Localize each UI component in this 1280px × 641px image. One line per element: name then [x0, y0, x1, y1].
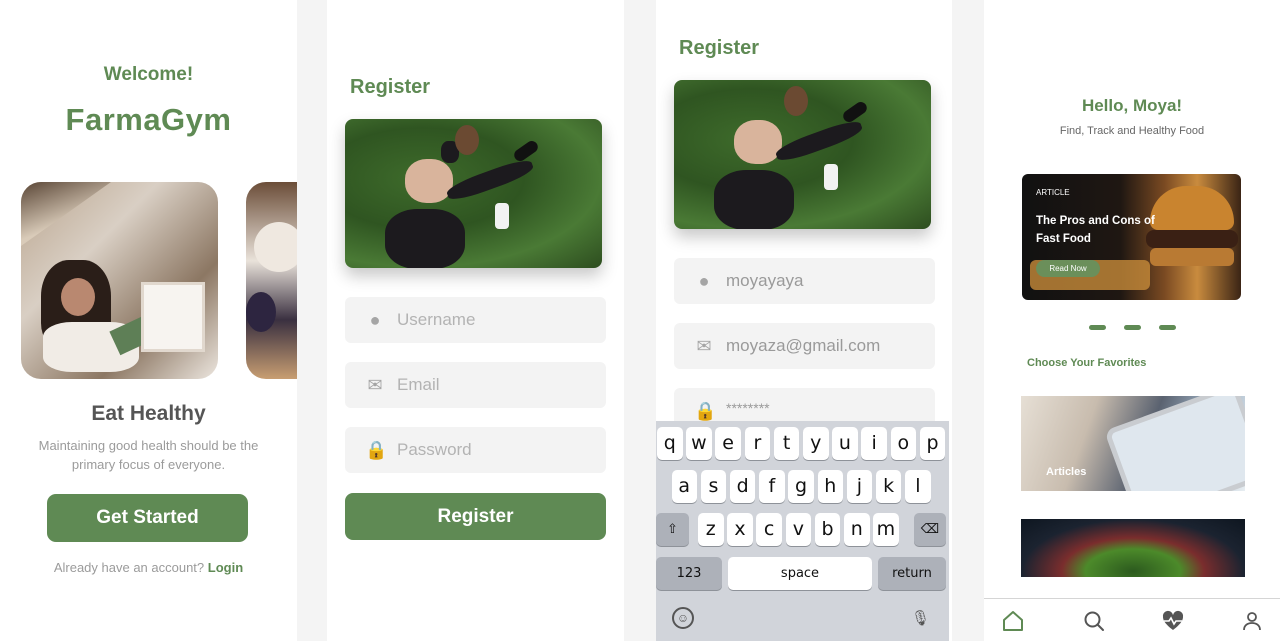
lock-icon: 🔒: [694, 401, 717, 421]
username-field[interactable]: ● moyayaya: [674, 258, 935, 304]
profile-icon[interactable]: [1240, 609, 1264, 633]
register-button[interactable]: Register: [345, 493, 606, 540]
register-hero-image: [345, 119, 602, 268]
onboarding-heading: Eat Healthy: [91, 402, 206, 425]
on-screen-keyboard: ⇧ ⌫ 123 space return ☺ 🎙 qwertyuiop asdfg…: [656, 421, 949, 641]
banner-tag: ARTICLE: [1036, 188, 1070, 197]
key-u[interactable]: u: [832, 427, 858, 460]
key-b[interactable]: b: [814, 513, 841, 546]
microphone-icon[interactable]: 🎙: [911, 609, 930, 629]
user-icon: ●: [698, 271, 710, 291]
email-field[interactable]: ✉ Email: [345, 362, 606, 408]
welcome-text: Welcome!: [103, 64, 194, 85]
key-m[interactable]: m: [873, 513, 899, 546]
greeting: Hello, Moya!: [1081, 96, 1183, 115]
key-k[interactable]: k: [875, 470, 902, 503]
key-i[interactable]: i: [861, 427, 887, 460]
page-title: Register: [350, 76, 431, 98]
carousel-dot[interactable]: [1123, 325, 1141, 330]
email-placeholder: Email: [397, 375, 440, 394]
onboarding-image-next: [246, 182, 297, 379]
heart-pulse-icon[interactable]: [1161, 609, 1185, 633]
username-field[interactable]: ● Username: [345, 297, 606, 343]
register-screen: Register ● Username ✉ Email 🔒 Password R…: [327, 0, 624, 641]
key-r[interactable]: r: [744, 427, 771, 460]
subtitle: Find, Track and Healthy Food: [1059, 125, 1205, 137]
shift-key[interactable]: ⇧: [656, 513, 689, 546]
key-v[interactable]: v: [785, 513, 812, 546]
key-f[interactable]: f: [759, 470, 785, 503]
bottom-tab-bar: [984, 598, 1280, 641]
backspace-key[interactable]: ⌫: [914, 513, 946, 546]
password-placeholder: Password: [397, 440, 472, 459]
username-placeholder: Username: [397, 310, 476, 329]
featured-article-banner[interactable]: ARTICLE The Pros and Cons of Fast Food R…: [1022, 174, 1241, 300]
username-value: moyayaya: [726, 271, 804, 290]
home-screen: Hello, Moya! Find, Track and Healthy Foo…: [984, 0, 1280, 641]
register-hero-image: [674, 80, 931, 229]
email-value: moyaza@gmail.com: [726, 336, 881, 355]
key-l[interactable]: l: [905, 470, 931, 503]
key-o[interactable]: o: [890, 427, 917, 460]
key-e[interactable]: e: [715, 427, 741, 460]
login-prompt-text: Already have an account?: [53, 560, 205, 575]
section-title: Choose Your Favorites: [1027, 357, 1147, 369]
mail-icon: ✉: [367, 375, 383, 395]
key-y[interactable]: y: [803, 427, 829, 460]
articles-card-label: Articles: [1046, 466, 1087, 478]
page-title: Register: [679, 37, 760, 59]
key-a[interactable]: a: [671, 470, 697, 503]
key-d[interactable]: d: [729, 470, 756, 503]
mail-icon: ✉: [696, 336, 712, 356]
user-icon: ●: [369, 310, 381, 330]
key-x[interactable]: x: [727, 513, 753, 546]
get-started-button[interactable]: Get Started: [47, 494, 248, 542]
carousel-dot[interactable]: [1088, 325, 1106, 330]
emoji-icon[interactable]: ☺: [672, 607, 694, 629]
food-card[interactable]: [1021, 519, 1245, 577]
carousel-dot[interactable]: [1158, 325, 1176, 330]
onboarding-description: Maintaining good health should be the pr…: [38, 438, 259, 472]
read-now-button[interactable]: Read Now: [1036, 260, 1100, 277]
home-icon[interactable]: [1001, 609, 1025, 633]
key-j[interactable]: j: [846, 470, 873, 503]
search-icon[interactable]: [1082, 609, 1106, 633]
key-z[interactable]: z: [698, 513, 724, 546]
key-t[interactable]: t: [773, 427, 800, 460]
login-prompt: Already have an account? Login: [0, 560, 297, 575]
password-field[interactable]: 🔒 Password: [345, 427, 606, 473]
key-c[interactable]: c: [756, 513, 782, 546]
banner-title: The Pros and Cons of Fast Food: [1036, 215, 1155, 245]
key-s[interactable]: s: [700, 470, 727, 503]
lock-icon: 🔒: [365, 440, 388, 460]
brand-title: FarmaGym: [65, 102, 232, 137]
return-key[interactable]: return: [878, 557, 946, 590]
space-key[interactable]: space: [728, 557, 872, 590]
onboarding-image-woman-drinking: [21, 182, 218, 379]
key-g[interactable]: g: [788, 470, 814, 503]
login-link[interactable]: Login: [208, 560, 243, 575]
password-value: ********: [726, 400, 770, 416]
key-w[interactable]: w: [686, 427, 712, 460]
carousel-indicator[interactable]: [984, 317, 1280, 335]
email-field[interactable]: ✉ moyaza@gmail.com: [674, 323, 935, 369]
key-h[interactable]: h: [817, 470, 843, 503]
key-q[interactable]: q: [657, 427, 683, 460]
numbers-key[interactable]: 123: [656, 557, 722, 590]
register-typing-screen: Register ● moyayaya ✉ moyaza@gmail.com 🔒…: [656, 0, 952, 641]
key-p[interactable]: p: [919, 427, 946, 460]
welcome-screen: Welcome! FarmaGym Eat Healthy Maintainin…: [0, 0, 297, 641]
key-n[interactable]: n: [844, 513, 870, 546]
